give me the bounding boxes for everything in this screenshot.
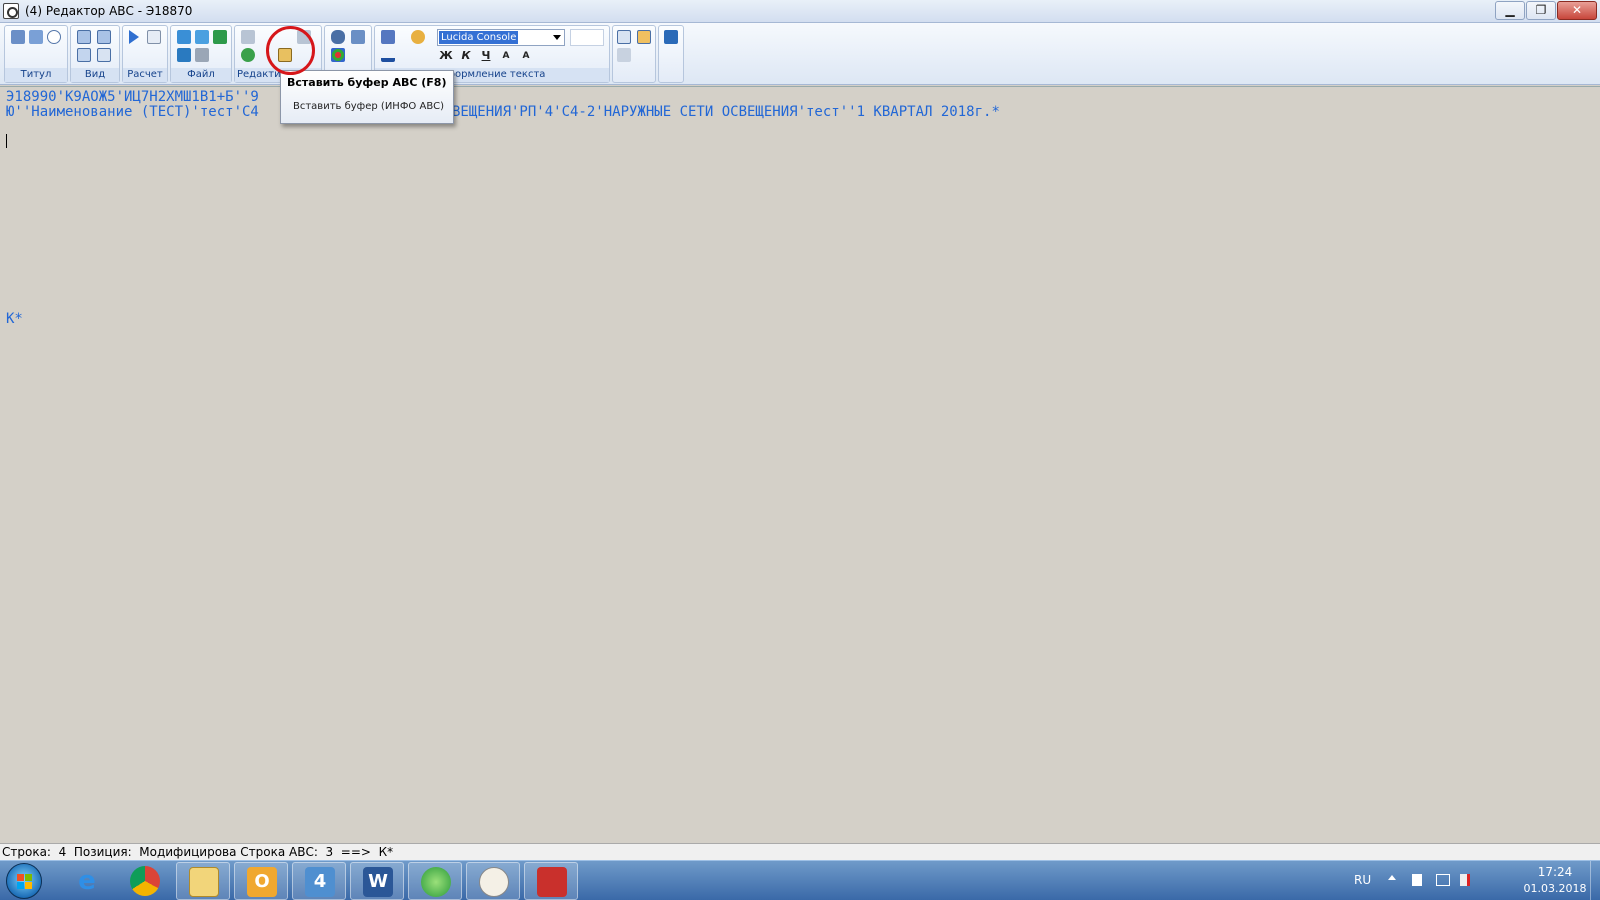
chevron-down-icon[interactable] — [553, 35, 561, 40]
taskbar: e O 4 W RU 17:24 01.03.2018 — [0, 860, 1600, 900]
group-label-calc: Расчет — [123, 68, 167, 82]
taskbar-outlook[interactable]: O — [234, 862, 288, 900]
settings-icon[interactable] — [47, 30, 61, 44]
view-rows-icon[interactable] — [77, 48, 91, 62]
exit-icon[interactable] — [664, 30, 678, 44]
system-tray: RU 17:24 01.03.2018 — [1340, 861, 1600, 900]
word-icon: W — [363, 867, 393, 897]
abc-editor-icon: 4 — [305, 867, 335, 897]
group-exit — [658, 25, 684, 83]
font-size-input[interactable] — [570, 29, 604, 46]
taskbar-explorer[interactable] — [176, 862, 230, 900]
tools-icon[interactable] — [617, 48, 631, 62]
network-tray-icon[interactable] — [1436, 874, 1450, 886]
tooltip-title: Вставить буфер АВС (F8) — [287, 76, 447, 89]
report-icon[interactable] — [147, 30, 161, 44]
panel-icon[interactable] — [637, 30, 651, 44]
start-button[interactable] — [6, 863, 42, 899]
open-file-icon[interactable] — [177, 30, 191, 44]
check-icon[interactable] — [29, 30, 43, 44]
font-family-select[interactable]: Lucida Console — [437, 29, 565, 46]
color-icon[interactable] — [331, 48, 345, 62]
window-controls: ▁ ❐ ✕ — [1494, 1, 1597, 20]
status-bar: Строка: 4 Позиция: Модифицирова Строка А… — [0, 843, 1600, 860]
highlight-icon[interactable] — [411, 30, 425, 44]
superscript-button[interactable]: A — [498, 48, 514, 64]
close-button[interactable]: ✕ — [1557, 1, 1597, 20]
taskbar-ie[interactable]: e — [60, 862, 114, 900]
outlook-icon: O — [247, 867, 277, 897]
cut-icon[interactable] — [241, 30, 255, 44]
title-page-icon[interactable] — [11, 30, 25, 44]
run-icon[interactable] — [129, 30, 139, 44]
clock-date[interactable]: 01.03.2018 — [1520, 882, 1590, 895]
editor-line-1[interactable]: Э18990'К9АОЖ5'ИЦ7Н2ХМШ1В1+Б''9 — [6, 89, 259, 105]
replace-icon[interactable] — [351, 30, 365, 44]
group-titul: Титул — [4, 25, 68, 83]
paint-icon — [479, 867, 509, 897]
group-file: Файл — [170, 25, 232, 83]
taskbar-chrome[interactable] — [118, 862, 172, 900]
print-icon[interactable] — [195, 48, 209, 62]
explorer-icon — [189, 867, 219, 897]
group-calc: Расчет — [122, 25, 168, 83]
language-indicator[interactable]: RU — [1354, 873, 1371, 887]
view-layout-icon[interactable] — [77, 30, 91, 44]
network-icon — [421, 867, 451, 897]
tooltip-description: Вставить буфер (ИНФО АВС) — [293, 101, 445, 112]
taskbar-word[interactable]: W — [350, 862, 404, 900]
group-view: Вид — [70, 25, 120, 83]
bold-button[interactable]: Ж — [438, 48, 454, 64]
save-icon[interactable] — [177, 48, 191, 62]
group-label-view: Вид — [71, 68, 119, 82]
editor-line-2-tail[interactable]: ВЕЩЕНИЯ'РП'4'С4-2'НАРУЖНЫЕ СЕТИ ОСВЕЩЕНИ… — [452, 104, 1000, 120]
text-cursor — [6, 134, 7, 148]
taskbar-network[interactable] — [408, 862, 462, 900]
editor-line-2[interactable]: Ю''Наименование (ТЕСТ)'тест'С4 — [6, 104, 259, 120]
editor-area[interactable]: Э18990'К9АОЖ5'ИЦ7Н2ХМШ1В1+Б''9 Ю''Наимен… — [0, 86, 1600, 843]
taskbar-paint[interactable] — [466, 862, 520, 900]
clock-time[interactable]: 17:24 — [1520, 865, 1590, 879]
flag-icon[interactable] — [1412, 874, 1422, 886]
show-hidden-icons-icon[interactable] — [1388, 875, 1396, 880]
font-style-icon[interactable] — [381, 30, 395, 44]
window-title: (4) Редактор АВС - Э18870 — [25, 4, 193, 18]
title-bar: (4) Редактор АВС - Э18870 ▁ ❐ ✕ — [0, 0, 1600, 23]
view-split-icon[interactable] — [97, 30, 111, 44]
underline-button[interactable]: Ч — [478, 48, 494, 64]
paste-tooltip: Вставить буфер АВС (F8) Вставить буфер (… — [280, 70, 454, 124]
subscript-button[interactable]: A — [518, 48, 534, 64]
editor-line-k[interactable]: К* — [6, 311, 23, 327]
pdf-icon — [537, 867, 567, 897]
show-desktop-button[interactable] — [1590, 861, 1600, 900]
italic-button[interactable]: К — [458, 48, 474, 64]
import-icon[interactable] — [195, 30, 209, 44]
chrome-icon — [130, 866, 160, 896]
ie-icon: e — [78, 866, 96, 896]
minimize-button[interactable]: ▁ — [1495, 1, 1525, 20]
highlight-circle — [266, 26, 315, 75]
list-icon[interactable] — [617, 30, 631, 44]
group-label-file: Файл — [171, 68, 231, 82]
font-family-value: Lucida Console — [439, 31, 519, 44]
volume-icon[interactable] — [1460, 874, 1470, 886]
app-icon[interactable] — [3, 3, 19, 19]
export-icon[interactable] — [213, 30, 227, 44]
find-icon[interactable] — [331, 30, 345, 44]
group-label-titul: Титул — [5, 68, 67, 82]
restore-button[interactable]: ❐ — [1526, 1, 1556, 20]
windows-logo-icon — [17, 874, 33, 890]
ribbon-toolbar: Титул Вид Расчет Файл Редакти Оформление… — [0, 23, 1600, 85]
font-color-icon[interactable] — [381, 48, 395, 62]
group-layout — [612, 25, 656, 83]
view-list-icon[interactable] — [97, 48, 111, 62]
taskbar-pdf[interactable] — [524, 862, 578, 900]
undo-icon[interactable] — [241, 48, 255, 62]
taskbar-abc[interactable]: 4 — [292, 862, 346, 900]
